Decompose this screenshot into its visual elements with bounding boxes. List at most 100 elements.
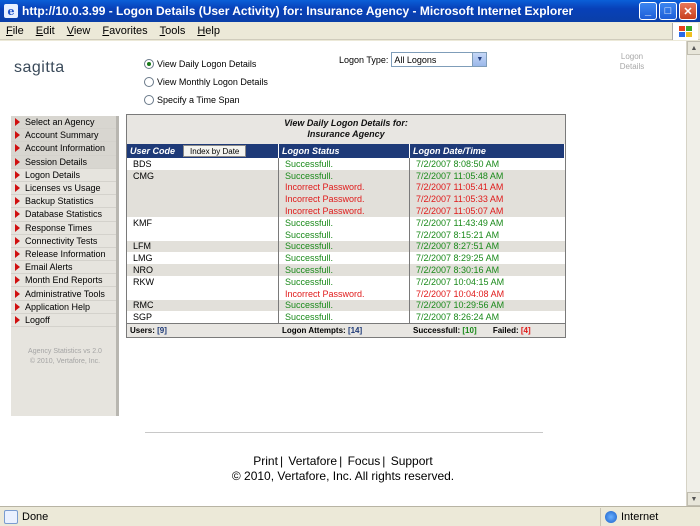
table-row: Incorrect Password. 7/2/2007 10:04:08 AM: [127, 287, 565, 300]
menu-tools[interactable]: Tools: [154, 25, 192, 37]
view-options: View Daily Logon Details View Monthly Lo…: [144, 55, 268, 109]
cell-logon-status: Successfull.: [279, 275, 410, 288]
cell-user-code: [127, 181, 279, 194]
arrow-right-icon: [15, 289, 20, 298]
arrow-right-icon: [15, 276, 20, 285]
table-row: SGP Successfull. 7/2/2007 8:26:24 AM: [127, 311, 565, 324]
logon-type-select[interactable]: All Logons ▼: [391, 52, 488, 67]
sidebar-item-database-statistics[interactable]: Database Statistics: [11, 208, 116, 222]
sidebar-item-application-help[interactable]: Application Help: [11, 301, 116, 314]
footer-link-vertafore[interactable]: Vertafore: [288, 454, 337, 468]
cell-user-code: RKW: [127, 275, 279, 288]
cell-logon-datetime: 7/2/2007 11:05:33 AM: [416, 194, 504, 205]
maximize-button[interactable]: □: [659, 2, 677, 20]
cell-logon-status: Successfull.: [279, 311, 410, 324]
cell-logon-datetime: 7/2/2007 10:04:08 AM: [416, 288, 505, 299]
radio-timespan-label: Specify a Time Span: [157, 95, 240, 105]
logon-type-filter: Logon Type: All Logons ▼: [339, 52, 488, 67]
summary-attempts: Logon Attempts: [14]: [282, 326, 363, 336]
index-by-date-button[interactable]: Index by Date: [183, 145, 247, 157]
scroll-down-icon[interactable]: ▼: [687, 492, 700, 506]
table-row: LMG Successfull. 7/2/2007 8:29:25 AM: [127, 252, 565, 265]
summary-results: Successfull: [10] Failed: [4]: [413, 326, 531, 336]
cell-user-code: KMF: [127, 216, 279, 229]
arrow-right-icon: [15, 302, 20, 311]
cell-logon-status: Successfull.: [279, 252, 410, 265]
menu-help[interactable]: Help: [191, 25, 226, 37]
table-row: RMC Successfull. 7/2/2007 10:29:56 AM: [127, 299, 565, 312]
sidebar-item-account-information[interactable]: Account Information: [11, 142, 116, 156]
table-row: BDS Successfull. 7/2/2007 8:08:50 AM: [127, 158, 565, 170]
sidebar-item-select-agency[interactable]: Select an Agency: [11, 116, 116, 130]
sidebar-item-administrative-tools[interactable]: Administrative Tools: [11, 287, 116, 301]
footer-copyright: © 2010, Vertafore, Inc. All rights reser…: [231, 469, 455, 483]
footer-link-focus[interactable]: Focus: [348, 454, 381, 468]
cell-logon-status: Incorrect Password.: [279, 205, 410, 217]
table-row: RKW Successfull. 7/2/2007 10:04:15 AM: [127, 275, 565, 288]
cell-logon-status: Successfull.: [279, 299, 410, 312]
cell-logon-status: Successfull.: [279, 240, 410, 253]
sidebar-item-release-information[interactable]: Release Information: [11, 248, 116, 262]
scroll-up-icon[interactable]: ▲: [687, 41, 700, 55]
logon-type-value: All Logons: [394, 54, 437, 65]
radio-monthly-button[interactable]: [144, 77, 154, 87]
page-done-icon: [4, 509, 18, 524]
sidebar-item-email-alerts[interactable]: Email Alerts: [11, 261, 116, 275]
summary-users: Users: [9]: [130, 326, 167, 336]
menu-favorites[interactable]: Favorites: [96, 25, 153, 37]
cell-user-code: CMG: [127, 169, 279, 182]
footer-links: Print | Vertafore | Focus | Support: [253, 454, 433, 468]
sidebar-item-logoff[interactable]: Logoff: [11, 314, 116, 327]
footer-link-print[interactable]: Print: [253, 454, 278, 468]
radio-timespan-button[interactable]: [144, 95, 154, 105]
cell-user-code: [127, 205, 279, 217]
cell-logon-datetime: 7/2/2007 8:26:24 AM: [416, 312, 500, 323]
menu-edit[interactable]: Edit: [30, 25, 61, 37]
logon-details-link[interactable]: Logon Details: [612, 52, 652, 72]
table-row: NRO Successfull. 7/2/2007 8:30:16 AM: [127, 264, 565, 276]
cell-user-code: [127, 287, 279, 300]
cell-logon-datetime: 7/2/2007 10:04:15 AM: [416, 276, 505, 287]
sidebar-version: Agency Statistics vs 2.0: [28, 348, 102, 355]
radio-timespan[interactable]: Specify a Time Span: [144, 91, 268, 109]
sidebar-item-logon-details[interactable]: Logon Details: [11, 169, 116, 182]
sidebar-item-response-times[interactable]: Response Times: [11, 222, 116, 235]
status-text: Done: [22, 510, 49, 523]
arrow-right-icon: [15, 236, 20, 245]
arrow-right-icon: [15, 315, 20, 324]
header-logon-datetime: Logon Date/Time: [410, 144, 565, 158]
cell-logon-datetime: 7/2/2007 8:30:16 AM: [416, 265, 500, 276]
radio-monthly[interactable]: View Monthly Logon Details: [144, 73, 268, 91]
globe-icon: [605, 510, 617, 523]
cell-user-code: [127, 228, 279, 241]
table-row: LFM Successfull. 7/2/2007 8:27:51 AM: [127, 240, 565, 253]
minimize-button[interactable]: _: [639, 2, 657, 20]
footer-link-support[interactable]: Support: [391, 454, 433, 468]
radio-daily[interactable]: View Daily Logon Details: [144, 55, 268, 73]
arrow-right-icon: [15, 157, 20, 166]
sidebar-item-month-end-reports[interactable]: Month End Reports: [11, 274, 116, 288]
vertical-scrollbar[interactable]: ▲ ▼: [686, 41, 700, 506]
close-button[interactable]: ✕: [679, 2, 697, 20]
table-row: Incorrect Password. 7/2/2007 11:05:33 AM: [127, 193, 565, 206]
zone-label: Internet: [621, 510, 659, 523]
sidebar-item-session-details[interactable]: Session Details: [11, 155, 116, 169]
cell-user-code: BDS: [127, 158, 279, 170]
arrow-right-icon: [15, 197, 20, 206]
sidebar-footer: Agency Statistics vs 2.0 © 2010, Vertafo…: [11, 347, 119, 367]
menu-file[interactable]: File: [0, 25, 30, 37]
table-row: Successfull. 7/2/2007 8:15:21 AM: [127, 228, 565, 241]
menu-view[interactable]: View: [61, 25, 97, 37]
cell-logon-datetime: 7/2/2007 11:05:07 AM: [416, 206, 504, 217]
sidebar-item-backup-statistics[interactable]: Backup Statistics: [11, 195, 116, 209]
sagitta-logo: sagitta: [14, 59, 65, 76]
cell-user-code: RMC: [127, 299, 279, 312]
sidebar-item-account-summary[interactable]: Account Summary: [11, 129, 116, 143]
sidebar-item-connectivity-tests[interactable]: Connectivity Tests: [11, 235, 116, 248]
cell-user-code: LMG: [127, 252, 279, 265]
logon-type-label: Logon Type:: [339, 54, 389, 65]
chevron-down-icon[interactable]: ▼: [472, 53, 487, 66]
window-title: http://10.0.3.99 - Logon Details (User A…: [22, 4, 574, 18]
sidebar-item-licenses-vs-usage[interactable]: Licenses vs Usage: [11, 182, 116, 196]
radio-daily-button[interactable]: [144, 59, 154, 69]
